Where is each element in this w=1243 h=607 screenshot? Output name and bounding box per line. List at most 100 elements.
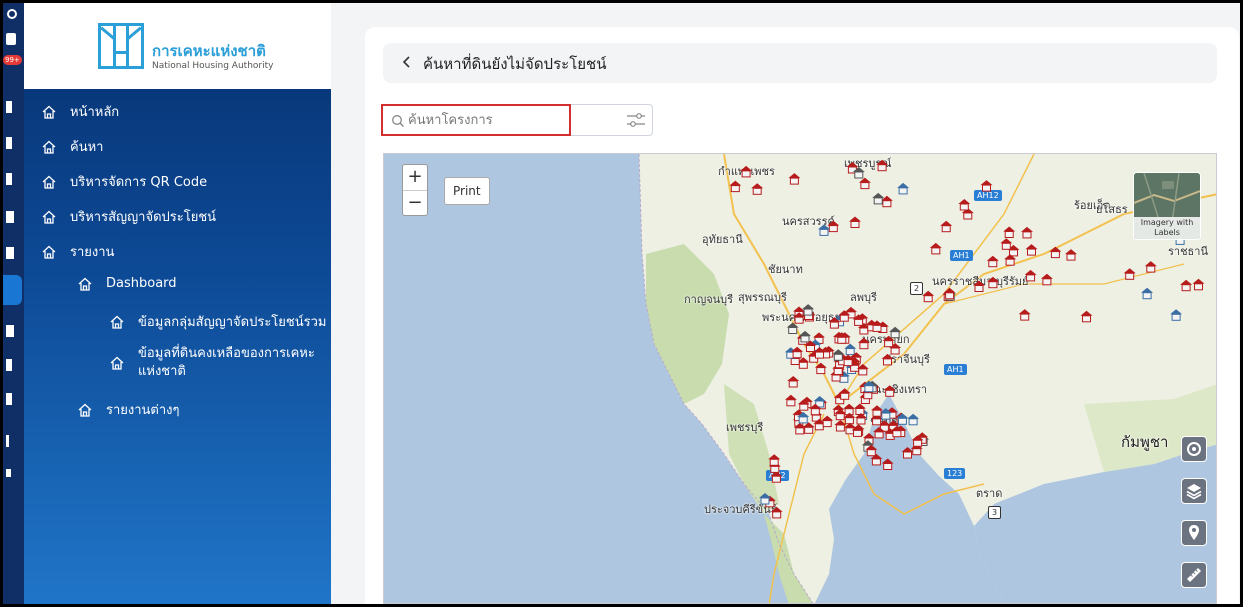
house-marker-icon[interactable] — [881, 458, 894, 470]
house-marker-icon[interactable] — [834, 420, 847, 432]
sidebar-item-search[interactable]: ค้นหา — [42, 136, 103, 157]
house-marker-icon[interactable] — [1003, 226, 1016, 238]
back-arrow-icon[interactable] — [401, 53, 415, 71]
page-title: ค้นหาที่ดินยังไม่จัดประโยชน์ — [423, 55, 607, 73]
basemap-toggle[interactable]: Imagery with Labels — [1133, 172, 1201, 240]
rail-icon-1[interactable] — [6, 33, 16, 45]
home-icon — [78, 277, 92, 291]
house-marker-icon[interactable] — [986, 276, 999, 289]
zoom-out-button[interactable]: − — [403, 190, 427, 216]
house-marker-icon[interactable] — [814, 362, 827, 375]
rail-icon-top[interactable] — [7, 9, 17, 19]
house-marker-icon[interactable] — [973, 280, 985, 292]
house-marker-icon[interactable] — [1065, 249, 1077, 261]
house-marker-icon[interactable] — [827, 220, 840, 233]
house-marker-icon[interactable] — [940, 220, 953, 233]
house-marker-icon[interactable] — [1000, 238, 1013, 250]
rail-icon-6[interactable] — [6, 247, 14, 259]
house-marker-icon[interactable] — [881, 353, 894, 366]
house-marker-icon[interactable] — [1080, 310, 1093, 323]
house-marker-icon[interactable] — [751, 183, 764, 195]
house-marker-icon[interactable] — [1170, 309, 1183, 321]
house-marker-icon[interactable] — [980, 180, 993, 192]
house-marker-icon[interactable] — [818, 224, 830, 236]
house-marker-icon[interactable] — [849, 216, 861, 228]
house-marker-icon[interactable] — [853, 403, 866, 415]
house-marker-icon[interactable] — [759, 493, 771, 505]
layers-button[interactable] — [1181, 478, 1207, 504]
print-button[interactable]: Print — [444, 177, 490, 205]
house-marker-icon[interactable] — [1144, 261, 1157, 273]
sidebar-item-contracts[interactable]: บริหารสัญญาจัดประโยชน์ — [42, 206, 216, 227]
rail-icon-9[interactable] — [6, 393, 12, 405]
house-marker-icon[interactable] — [876, 159, 889, 172]
house-marker-icon[interactable] — [1024, 269, 1037, 282]
house-marker-icon[interactable] — [1021, 226, 1033, 239]
house-marker-icon[interactable] — [788, 173, 801, 185]
rail-icon-11[interactable] — [6, 469, 11, 477]
rail-icon-8[interactable] — [6, 359, 12, 371]
sidebar-item-qr-code[interactable]: บริหารจัดการ QR Code — [42, 171, 207, 192]
house-marker-icon[interactable] — [958, 199, 971, 211]
house-marker-icon[interactable] — [838, 388, 851, 400]
map-view[interactable]: กำแพงเพชร เพชรบูรณ์ นครสวรรค์ อุทัยธานี … — [383, 153, 1217, 604]
sidebar-item-dashboard[interactable]: Dashboard — [78, 276, 177, 291]
house-marker-icon[interactable] — [1141, 287, 1154, 300]
sidebar-item-label: ค้นหา — [70, 140, 104, 155]
house-marker-icon[interactable] — [1180, 279, 1193, 292]
sidebar-item-remaining-land[interactable]: ข้อมูลที่ดินคงเหลือของการเคหะแห่งชาติ — [110, 345, 315, 381]
house-marker-icon[interactable] — [943, 287, 956, 300]
house-marker-icon[interactable] — [1123, 268, 1136, 280]
sidebar-item-contract-groups[interactable]: ข้อมูลกลุ่มสัญญาจัดประโยชน์รวม — [110, 311, 326, 332]
rail-icon-5[interactable] — [6, 211, 14, 223]
rail-icon-7[interactable] — [6, 325, 14, 337]
house-marker-icon[interactable] — [787, 376, 800, 388]
ruler-icon — [1187, 568, 1201, 582]
rail-active-item[interactable] — [3, 275, 22, 305]
house-marker-icon[interactable] — [768, 454, 781, 466]
measure-button[interactable] — [1181, 562, 1207, 588]
house-marker-icon[interactable] — [784, 394, 797, 407]
house-marker-icon[interactable] — [857, 337, 870, 350]
search-input[interactable] — [408, 109, 558, 131]
house-marker-icon[interactable] — [821, 415, 834, 428]
logo-title: การเคหะแห่งชาติ — [152, 42, 266, 60]
house-marker-icon[interactable] — [729, 180, 742, 193]
sidebar-item-other-reports[interactable]: รายงานต่างๆ — [78, 399, 180, 420]
house-marker-icon[interactable] — [889, 326, 902, 339]
house-marker-icon[interactable] — [883, 385, 896, 397]
pin-button[interactable] — [1181, 520, 1207, 546]
house-marker-icon[interactable] — [872, 192, 885, 205]
rail-icon-2[interactable] — [6, 101, 12, 113]
house-marker-icon[interactable] — [770, 506, 783, 519]
house-marker-icon[interactable] — [929, 242, 942, 255]
house-marker-icon[interactable] — [791, 346, 804, 359]
filter-sliders-icon[interactable] — [626, 111, 646, 129]
sidebar-item-reports[interactable]: รายงาน — [42, 241, 114, 262]
house-marker-icon[interactable] — [740, 165, 753, 178]
house-marker-icon[interactable] — [922, 290, 935, 303]
sidebar-item-home[interactable]: หน้าหลัก — [42, 101, 119, 122]
house-marker-icon[interactable] — [907, 413, 920, 426]
rail-icon-4[interactable] — [6, 173, 12, 185]
house-marker-icon[interactable] — [871, 405, 883, 417]
house-marker-icon[interactable] — [1025, 244, 1038, 256]
house-marker-icon[interactable] — [986, 255, 999, 268]
house-marker-icon[interactable] — [802, 304, 815, 316]
house-marker-icon[interactable] — [897, 182, 910, 195]
icon-rail: 99+ — [3, 3, 24, 604]
zoom-in-button[interactable]: + — [403, 165, 427, 190]
house-marker-icon[interactable] — [858, 177, 871, 190]
layers-icon — [1186, 484, 1202, 500]
house-marker-icon[interactable] — [1018, 309, 1031, 321]
house-marker-icon[interactable] — [799, 330, 811, 343]
house-marker-icon[interactable] — [1040, 273, 1053, 286]
house-marker-icon[interactable] — [1049, 246, 1062, 259]
sidebar-item-label: บริหารจัดการ QR Code — [70, 175, 208, 190]
locate-button[interactable] — [1181, 436, 1207, 462]
house-marker-icon[interactable] — [786, 322, 799, 334]
house-marker-icon[interactable] — [844, 343, 857, 356]
house-marker-icon[interactable] — [1192, 278, 1205, 291]
rail-icon-3[interactable] — [6, 137, 12, 149]
rail-icon-10[interactable] — [6, 435, 9, 447]
